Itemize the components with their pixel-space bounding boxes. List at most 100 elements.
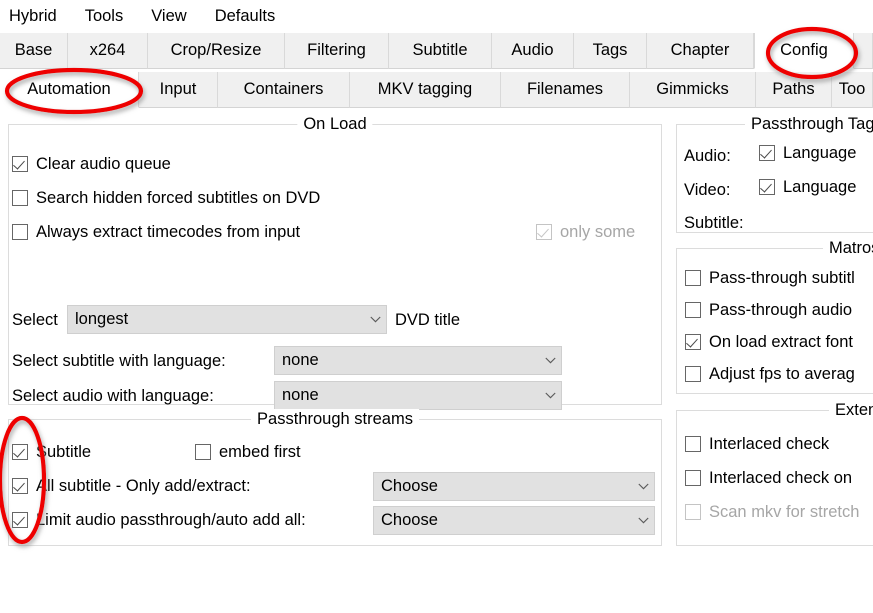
secondary-tab-bar: Automation Input Containers MKV tagging …: [0, 72, 873, 108]
primary-tab-bar: Base x264 Crop/Resize Filtering Subtitle…: [0, 33, 873, 69]
checkbox-box: [685, 504, 701, 520]
all-subtitle-combobox[interactable]: Choose: [373, 472, 655, 501]
chevron-down-icon: [539, 357, 561, 364]
checkbox-box[interactable]: [685, 436, 701, 452]
checkbox-label: Limit audio passthrough/auto add all:: [36, 511, 306, 529]
checkbox-label: All subtitle - Only add/extract:: [36, 477, 251, 495]
tab-crop-resize[interactable]: Crop/Resize: [148, 33, 285, 69]
dvd-title-combobox-value: longest: [75, 310, 129, 328]
menu-item-view[interactable]: View: [137, 0, 200, 33]
checkbox-always-extract-timecodes[interactable]: Always extract timecodes from input: [12, 222, 300, 242]
checkbox-all-subtitle-only-add-extract[interactable]: All subtitle - Only add/extract:: [12, 476, 251, 496]
checkbox-box[interactable]: [685, 366, 701, 382]
on-load-group: On Load Clear audio queue Search hidden …: [8, 114, 662, 410]
checkbox-label: Clear audio queue: [36, 155, 171, 173]
tab-automation[interactable]: Automation: [0, 72, 139, 108]
tab-filenames[interactable]: Filenames: [501, 72, 630, 108]
audio-language-combobox-value: none: [282, 386, 319, 404]
checkbox-embed-first[interactable]: embed first: [195, 442, 301, 462]
menu-item-tools[interactable]: Tools: [71, 0, 138, 33]
tab-config[interactable]: Config: [754, 33, 854, 69]
tab-chapter[interactable]: Chapter: [647, 33, 754, 69]
checkbox-label: On load extract font: [709, 333, 853, 351]
checkbox-audio-language[interactable]: Language: [759, 143, 856, 163]
passthrough-tags-subtitle-label: Subtitle:: [684, 214, 744, 232]
checkbox-box[interactable]: [759, 145, 775, 161]
checkbox-label: Language: [783, 144, 857, 162]
checkbox-limit-audio-passthrough[interactable]: Limit audio passthrough/auto add all:: [12, 510, 306, 530]
tab-paths[interactable]: Paths: [756, 72, 832, 108]
tab-input[interactable]: Input: [139, 72, 218, 108]
dvd-title-combobox[interactable]: longest: [67, 305, 387, 334]
tab-base[interactable]: Base: [0, 33, 68, 69]
tab-tags[interactable]: Tags: [574, 33, 647, 69]
matroska-group: Matros Pass-through subtitl Pass-through…: [676, 238, 873, 394]
checkbox-pass-through-subtitle-mkv[interactable]: Pass-through subtitl: [685, 268, 855, 288]
checkbox-interlaced-check[interactable]: Interlaced check: [685, 434, 829, 454]
checkbox-box[interactable]: [12, 478, 28, 494]
checkbox-box[interactable]: [12, 512, 28, 528]
checkbox-clear-audio-queue[interactable]: Clear audio queue: [12, 154, 171, 174]
checkbox-video-language[interactable]: Language: [759, 177, 856, 197]
checkbox-interlaced-check-on[interactable]: Interlaced check on: [685, 468, 852, 488]
passthrough-tags-video-label: Video:: [684, 181, 731, 199]
passthrough-tags-audio-label: Audio:: [684, 147, 731, 165]
subtitle-language-combobox-value: none: [282, 351, 319, 369]
checkbox-label: Interlaced check: [709, 435, 830, 453]
chevron-down-icon: [632, 483, 654, 490]
tab-audio[interactable]: Audio: [492, 33, 574, 69]
passthrough-streams-group: Passthrough streams Subtitle embed first…: [8, 409, 662, 546]
menu-item-hybrid[interactable]: Hybrid: [0, 0, 71, 33]
subtitle-language-combobox[interactable]: none: [274, 346, 562, 375]
checkbox-box[interactable]: [685, 334, 701, 350]
chevron-down-icon: [632, 517, 654, 524]
limit-audio-combobox-value: Choose: [381, 511, 438, 529]
limit-audio-combobox[interactable]: Choose: [373, 506, 655, 535]
tab-containers[interactable]: Containers: [218, 72, 350, 108]
checkbox-label: only some: [560, 223, 636, 241]
checkbox-box[interactable]: [12, 224, 28, 240]
tab-tools[interactable]: Too: [832, 72, 873, 108]
extended-group: Extend Interlaced check Interlaced check…: [676, 400, 873, 546]
checkbox-label: Pass-through subtitl: [709, 269, 855, 287]
select-dvd-title-suffix-label: DVD title: [395, 311, 461, 329]
passthrough-tags-group: Passthrough Tag Audio: Language Video: L…: [676, 114, 873, 233]
tab-filtering[interactable]: Filtering: [285, 33, 389, 69]
audio-language-combobox[interactable]: none: [274, 381, 562, 410]
extended-group-title: Extend: [829, 400, 873, 420]
checkbox-box[interactable]: [685, 270, 701, 286]
checkbox-on-load-extract-fonts[interactable]: On load extract font: [685, 332, 853, 352]
checkbox-box[interactable]: [12, 444, 28, 460]
checkbox-label: Subtitle: [36, 443, 92, 461]
tab-mkv-tagging[interactable]: MKV tagging: [350, 72, 501, 108]
checkbox-label: embed first: [219, 443, 301, 461]
checkbox-label: Interlaced check on: [709, 469, 853, 487]
matroska-group-title: Matros: [823, 238, 873, 258]
checkbox-box[interactable]: [759, 179, 775, 195]
checkbox-adjust-fps-to-average[interactable]: Adjust fps to averag: [685, 364, 855, 384]
checkbox-box[interactable]: [195, 444, 211, 460]
select-audio-language-label: Select audio with language:: [12, 387, 214, 405]
tab-gimmicks[interactable]: Gimmicks: [630, 72, 756, 108]
select-subtitle-language-label: Select subtitle with language:: [12, 352, 226, 370]
checkbox-box[interactable]: [12, 156, 28, 172]
tab-overflow-primary[interactable]: [854, 33, 873, 69]
checkbox-passthrough-subtitle[interactable]: Subtitle: [12, 442, 91, 462]
checkbox-box[interactable]: [12, 190, 28, 206]
select-dvd-title-prefix-label: Select: [12, 311, 58, 329]
checkbox-label: Language: [783, 178, 857, 196]
checkbox-box[interactable]: [685, 302, 701, 318]
tab-subtitle[interactable]: Subtitle: [389, 33, 492, 69]
checkbox-search-hidden-forced-subtitles[interactable]: Search hidden forced subtitles on DVD: [12, 188, 320, 208]
checkbox-label: Always extract timecodes from input: [36, 223, 301, 241]
checkbox-label: Scan mkv for stretch: [709, 503, 860, 521]
checkbox-pass-through-audio-mkv[interactable]: Pass-through audio: [685, 300, 852, 320]
passthrough-tags-group-title: Passthrough Tag: [745, 114, 873, 134]
menu-item-defaults[interactable]: Defaults: [201, 0, 290, 33]
chevron-down-icon: [364, 316, 386, 323]
tab-x264[interactable]: x264: [68, 33, 148, 69]
menu-bar: Hybrid Tools View Defaults: [0, 0, 873, 34]
checkbox-box: [536, 224, 552, 240]
checkbox-box[interactable]: [685, 470, 701, 486]
checkbox-label: Search hidden forced subtitles on DVD: [36, 189, 321, 207]
